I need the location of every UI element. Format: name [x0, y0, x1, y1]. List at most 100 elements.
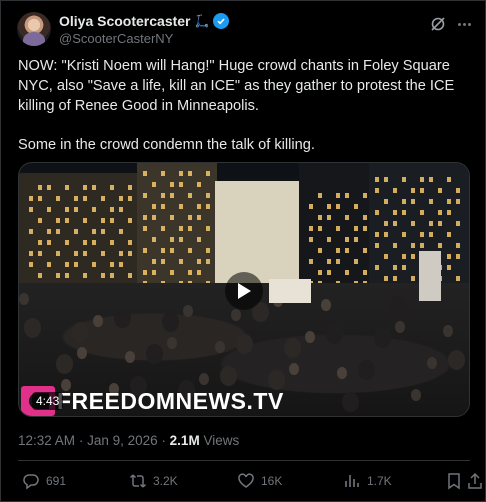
crowd-head [56, 354, 73, 374]
window-light [384, 199, 388, 204]
window-light [197, 215, 201, 220]
window-light [327, 237, 331, 242]
window-light [393, 210, 397, 215]
window-light [128, 185, 132, 190]
more-options-icon[interactable] [455, 15, 473, 33]
repost-icon [129, 474, 147, 488]
repost-button[interactable]: 3.2K [129, 472, 178, 490]
window-light [363, 215, 367, 220]
window-light [170, 270, 174, 275]
window-light [56, 251, 60, 256]
window-light [354, 226, 358, 231]
author-display-name[interactable]: Oliya Scootercaster [59, 13, 191, 29]
window-light [143, 226, 147, 231]
crowd-head [443, 325, 453, 337]
window-light [309, 237, 313, 242]
play-icon [238, 283, 251, 299]
window-light [161, 204, 165, 209]
watermark-text: FREEDOMNEWS.TV [57, 387, 284, 414]
grok-icon[interactable] [429, 15, 447, 33]
post-date[interactable]: Jan 9, 2026 [87, 433, 158, 448]
window-light [429, 177, 433, 182]
window-light [363, 193, 367, 198]
window-light [456, 221, 460, 226]
window-light [110, 262, 114, 267]
window-light [393, 276, 397, 281]
views-count: 2.1M [169, 433, 200, 448]
window-light [354, 237, 358, 242]
window-light [152, 182, 156, 187]
crowd-head [427, 357, 437, 369]
window-light [197, 259, 201, 264]
window-light [336, 204, 340, 209]
window-light [188, 193, 192, 198]
author-handle[interactable]: @ScooterCasterNY [59, 31, 173, 46]
window-light [327, 270, 331, 275]
window-light [420, 232, 424, 237]
window-light [363, 248, 367, 253]
window-light [56, 218, 60, 223]
repost-count: 3.2K [153, 474, 178, 488]
window-light [345, 215, 349, 220]
window-light [65, 273, 69, 278]
play-button[interactable] [225, 272, 263, 310]
window-light [206, 248, 210, 253]
window-light [152, 204, 156, 209]
views-button[interactable]: 1.7K [343, 472, 392, 490]
window-light [83, 251, 87, 256]
window-light [402, 232, 406, 237]
reply-button[interactable]: 691 [22, 472, 66, 490]
window-light [384, 254, 388, 259]
window-light [206, 259, 210, 264]
video-duration: 4:43 [32, 392, 64, 410]
window-light [92, 185, 96, 190]
window-light [197, 237, 201, 242]
window-light [74, 207, 78, 212]
crowd-head [411, 389, 421, 401]
window-light [336, 226, 340, 231]
window-light [411, 221, 415, 226]
window-light [152, 237, 156, 242]
window-light [456, 188, 460, 193]
avatar[interactable] [17, 12, 51, 46]
window-light [456, 199, 460, 204]
window-light [438, 221, 442, 226]
like-button[interactable]: 16K [237, 472, 282, 490]
window-light [152, 259, 156, 264]
crowd-head [125, 351, 135, 363]
crowd-head [289, 363, 299, 375]
window-light [83, 218, 87, 223]
window-light [345, 248, 349, 253]
window-light [128, 218, 132, 223]
video-player[interactable]: FREEDOMNEWS.TV 4:43 [18, 162, 470, 417]
post-card[interactable]: Oliya Scootercaster 🛴 @ScooterCasterNY N… [0, 0, 486, 502]
window-light [206, 171, 210, 176]
window-light [197, 270, 201, 275]
window-light [309, 259, 313, 264]
bookmark-icon[interactable] [445, 472, 463, 490]
window-light [393, 243, 397, 248]
window-light [47, 262, 51, 267]
post-time[interactable]: 12:32 AM [18, 433, 75, 448]
share-icon[interactable] [467, 472, 483, 490]
window-light [375, 265, 379, 270]
window-light [38, 185, 42, 190]
reply-icon [23, 474, 39, 490]
window-light [92, 229, 96, 234]
like-count: 16K [261, 474, 283, 488]
crowd-head [72, 322, 89, 342]
protest-sign-image [269, 279, 311, 303]
window-light [447, 232, 451, 237]
window-light [56, 196, 60, 201]
crowd-head [146, 344, 163, 364]
window-light [83, 185, 87, 190]
window-light [110, 240, 114, 245]
window-light [345, 270, 349, 275]
window-light [393, 221, 397, 226]
window-light [429, 221, 433, 226]
crowd-head [215, 341, 225, 353]
window-light [74, 262, 78, 267]
verified-badge-icon [213, 13, 230, 29]
window-light [161, 226, 165, 231]
window-light [38, 240, 42, 245]
